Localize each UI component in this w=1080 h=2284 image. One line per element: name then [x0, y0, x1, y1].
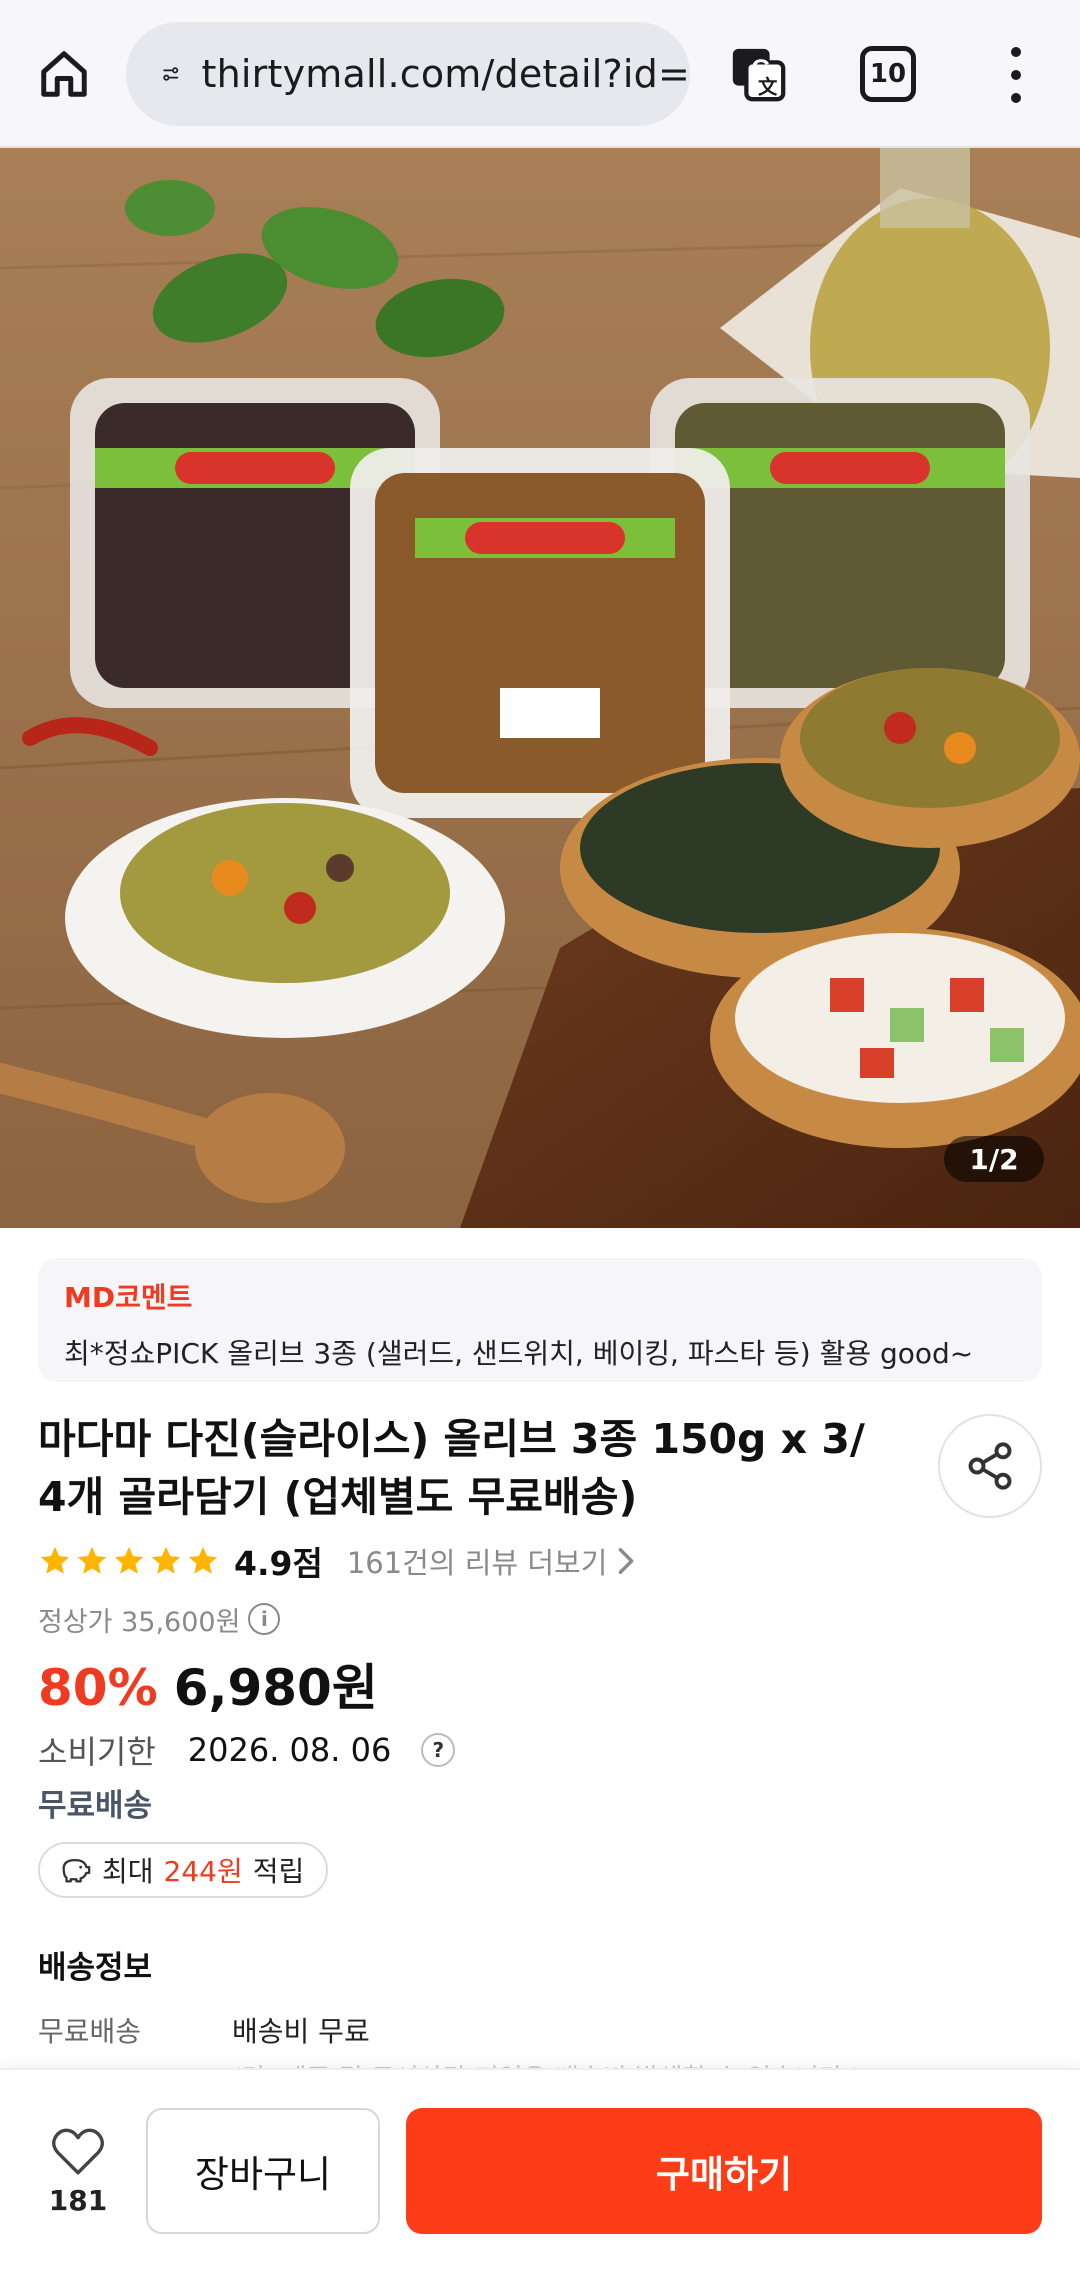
more-dot-icon	[1011, 46, 1021, 57]
chevron-right-icon	[619, 1548, 634, 1574]
like-count: 181	[48, 2184, 108, 2217]
shipping-section-title: 배송정보	[38, 1950, 153, 1986]
buy-now-button[interactable]: 구매하기	[406, 2108, 1042, 2234]
image-counter: 1/2	[944, 1136, 1044, 1182]
rating-value: 4.9점	[234, 1544, 323, 1583]
price-row: 80% 6,980원	[38, 1648, 378, 1717]
star-icon	[77, 1546, 107, 1574]
discount-rate: 80%	[38, 1659, 158, 1717]
expiry-value: 2026. 08. 06	[187, 1731, 392, 1769]
review-link[interactable]: 161건의 리뷰 더보기	[347, 1540, 638, 1582]
heart-icon	[51, 2128, 105, 2175]
bottom-action-bar: 181 장바구니 구매하기	[0, 2068, 1080, 2284]
md-comment-text: 최*정쇼PICK 올리브 3종 (샐러드, 샌드위치, 베이킹, 파스타 등) …	[64, 1337, 974, 1370]
url-text[interactable]: thirtymall.com/detail?id=	[202, 52, 691, 96]
product-title-area: 마다마 다진(슬라이스) 올리브 3종 150g x 3/ 4개 골라담기 (업…	[38, 1410, 898, 1526]
expiry-label: 소비기한	[38, 1733, 156, 1771]
more-dot-icon	[1011, 69, 1021, 80]
points-amount: 244원	[163, 1855, 243, 1888]
translate-button[interactable]: G 文	[722, 38, 794, 110]
product-image-gallery[interactable]: 1/2	[0, 148, 1080, 1228]
site-settings-icon[interactable]	[162, 57, 180, 91]
product-photo	[0, 148, 1080, 1228]
address-bar[interactable]: thirtymall.com/detail?id=	[126, 22, 690, 126]
review-link-label: 161건의 리뷰 더보기	[346, 1546, 608, 1580]
add-to-cart-button[interactable]: 장바구니	[146, 2108, 380, 2234]
star-rating	[38, 1544, 220, 1578]
svg-text:文: 文	[758, 75, 778, 98]
tab-switcher-button[interactable]: 10	[860, 46, 916, 102]
star-icon	[40, 1546, 70, 1574]
share-icon	[968, 1442, 1012, 1490]
translate-icon: G 文	[732, 48, 786, 102]
free-shipping-label: 무료배송	[38, 1788, 153, 1824]
home-icon	[41, 51, 87, 97]
points-badge: 최대 244원 적립	[38, 1842, 329, 1898]
more-menu-button[interactable]	[996, 40, 1036, 110]
star-icon	[151, 1546, 181, 1574]
star-icon	[114, 1546, 144, 1574]
md-comment-box: MD코멘트 최*정쇼PICK 올리브 3종 (샐러드, 샌드위치, 베이킹, 파…	[38, 1258, 1042, 1382]
info-icon[interactable]: i	[248, 1603, 281, 1635]
more-dot-icon	[1011, 93, 1021, 104]
product-title: 마다마 다진(슬라이스) 올리브 3종 150g x 3/ 4개 골라담기 (업…	[38, 1415, 865, 1521]
shipping-value: 배송비 무료	[232, 2015, 370, 2048]
home-button[interactable]	[30, 40, 98, 108]
md-comment-title: MD코멘트	[64, 1281, 193, 1314]
piggy-bank-icon	[62, 1858, 91, 1883]
sale-price: 6,980원	[173, 1659, 378, 1717]
help-icon[interactable]: ?	[421, 1733, 456, 1767]
expiry-row: 소비기한 2026. 08. 06 ?	[38, 1726, 456, 1774]
rating-row: 4.9점 161건의 리뷰 더보기	[38, 1536, 637, 1586]
points-suffix: 적립	[252, 1855, 305, 1888]
shipping-row: 무료배송 배송비 무료	[38, 2010, 370, 2050]
points-prefix: 최대	[102, 1855, 154, 1888]
shipping-key: 무료배송	[38, 2015, 142, 2048]
list-price: 정상가 35,600원	[38, 1606, 241, 1638]
star-icon	[188, 1546, 218, 1574]
browser-toolbar: thirtymall.com/detail?id= G 文 10	[0, 0, 1080, 148]
list-price-row: 정상가 35,600원 i	[38, 1598, 281, 1640]
like-button[interactable]: 181	[36, 2124, 120, 2244]
share-button[interactable]	[938, 1414, 1042, 1518]
